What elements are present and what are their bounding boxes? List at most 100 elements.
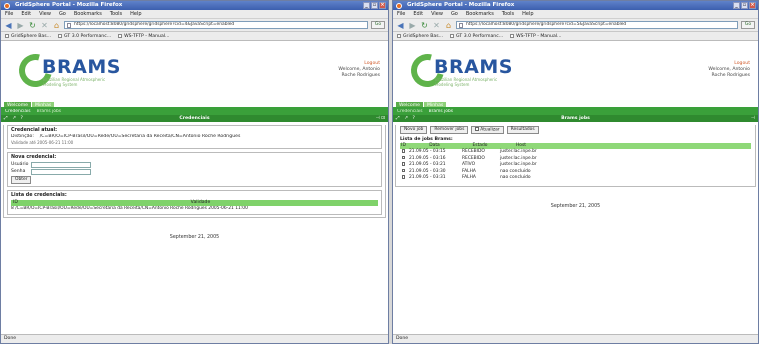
portlet-minimize-icon[interactable]: ⊣ ⊡ <box>376 115 385 122</box>
menu-help[interactable]: Help <box>522 10 533 18</box>
window-title: GridSphere Portal - Mozilla Firefox <box>407 2 515 8</box>
row-checkbox[interactable] <box>401 149 406 153</box>
bookmark-icon <box>450 33 455 38</box>
table-row[interactable]: 8 /C=BR/O=ICP-Brasil/OU=Rede/OU=Secretar… <box>11 205 378 212</box>
bookmark-item[interactable]: WS-TFTP - Manual... <box>118 32 169 40</box>
jobs-toolbar: Novo job Remover jobs Atualizar Resultad… <box>400 125 751 134</box>
bookmark-item[interactable]: GT 3.0 Performanc... <box>58 32 111 40</box>
menu-go[interactable]: Go <box>59 10 66 18</box>
distinction-value: /C=BR/O=ICP-Brasil/OU=Rede/OU=Secretaria… <box>39 134 241 139</box>
credential-expiry: Validade até 2005-06-21 11:00 <box>11 140 74 145</box>
user-box: Logout Welcome, Antonio Roche Rodrigues <box>338 61 380 79</box>
minimize-button[interactable]: _ <box>363 2 370 9</box>
reload-icon[interactable]: ↻ <box>28 21 37 30</box>
bookmarks-toolbar: GridSphere Bas... GT 3.0 Performanc... W… <box>393 32 758 41</box>
auto-refresh-checkbox[interactable] <box>475 127 479 131</box>
minimize-button[interactable]: _ <box>733 2 740 9</box>
row-checkbox[interactable] <box>401 175 406 179</box>
status-bar: Done <box>1 334 388 343</box>
portal-header: BRAMS Brazilian Regional Atmospheric Mod… <box>1 42 388 102</box>
menu-edit[interactable]: Edit <box>413 10 423 18</box>
bookmark-label: GridSphere Bas... <box>11 34 52 39</box>
bookmark-icon <box>510 33 515 38</box>
job-host: nao concluido <box>500 175 531 181</box>
menu-file[interactable]: File <box>397 10 405 18</box>
tab-welcome[interactable]: Welcome <box>396 102 424 108</box>
refresh-button[interactable]: Atualizar <box>471 126 504 134</box>
new-credential-box: Nova credencial: Usuário Senha Obter <box>7 152 382 187</box>
menu-tools[interactable]: Tools <box>502 10 514 18</box>
bookmark-icon <box>397 33 401 38</box>
url-input[interactable]: https://localhost:8080/gridsphere/gridsp… <box>456 21 738 29</box>
firefox-icon <box>4 2 10 9</box>
tab-minhas[interactable]: Minhas <box>424 102 447 108</box>
menu-bookmarks[interactable]: Bookmarks <box>466 10 494 18</box>
bookmark-icon <box>5 33 9 38</box>
username-label: Usuário <box>11 161 29 167</box>
logo-text: BRAMS <box>434 56 513 78</box>
logo-subtitle-line: Modeling System <box>435 81 470 87</box>
navigation-toolbar: ◀ ▶ ↻ ✕ ⌂ https://localhost:8080/gridsph… <box>393 19 758 32</box>
username-field[interactable] <box>31 161 91 168</box>
results-button[interactable]: Resultados <box>506 126 539 134</box>
brams-jobs-portlet: Novo job Remover jobs Atualizar Resultad… <box>395 125 756 187</box>
obtain-button[interactable]: Obter <box>11 176 32 184</box>
table-row[interactable]: 21.09.05 - 03:31 FALHA nao concluido <box>400 175 751 182</box>
home-icon[interactable]: ⌂ <box>52 21 61 30</box>
row-checkbox[interactable] <box>401 168 406 173</box>
menu-view[interactable]: View <box>39 10 51 18</box>
stop-icon[interactable]: ✕ <box>40 21 49 30</box>
reload-icon[interactable]: ↻ <box>420 21 429 30</box>
status-bar: Done <box>393 334 758 343</box>
main-tabs: Welcome Minhas <box>393 102 758 109</box>
column-validity: Validade <box>190 199 211 205</box>
portlet-title-bar: ⤢ ↗ ? Brams jobs ⊣ <box>393 115 758 122</box>
portlet-controls[interactable]: ⤢ ↗ ? <box>4 115 24 122</box>
bookmark-item[interactable]: GridSphere Bas... <box>397 32 443 40</box>
portlet-minimize-icon[interactable]: ⊣ <box>751 115 755 122</box>
menu-bookmarks[interactable]: Bookmarks <box>74 10 102 18</box>
home-icon[interactable]: ⌂ <box>444 21 453 30</box>
close-button[interactable]: × <box>749 2 756 9</box>
job-date: 21.09.05 - 03:31 <box>409 175 446 181</box>
stop-icon[interactable]: ✕ <box>432 21 441 30</box>
forward-arrow-icon[interactable]: ▶ <box>408 21 417 30</box>
job-state: FALHA <box>462 175 476 181</box>
tab-minhas[interactable]: Minhas <box>32 102 55 108</box>
menu-view[interactable]: View <box>431 10 443 18</box>
back-arrow-icon[interactable]: ◀ <box>4 21 13 30</box>
bookmark-item[interactable]: WS-TFTP - Manual... <box>510 32 561 40</box>
password-field[interactable] <box>31 168 91 175</box>
go-button[interactable]: Go <box>371 21 385 29</box>
close-button[interactable]: × <box>379 2 386 9</box>
menu-file[interactable]: File <box>5 10 13 18</box>
row-checkbox[interactable] <box>401 155 406 160</box>
back-arrow-icon[interactable]: ◀ <box>396 21 405 30</box>
navigation-toolbar: ◀ ▶ ↻ ✕ ⌂ https://localhost:8080/gridsph… <box>1 19 388 32</box>
remove-jobs-button[interactable]: Remover jobs <box>430 126 469 134</box>
credentials-portlet: Credencial atual: Distinção: /C=BR/O=ICP… <box>3 125 386 218</box>
new-job-button[interactable]: Novo job <box>400 126 428 134</box>
bookmark-item[interactable]: GridSphere Bas... <box>5 32 51 40</box>
page-content: BRAMS Brazilian Regional Atmospheric Mod… <box>393 42 758 334</box>
bookmark-item[interactable]: GT 3.0 Performanc... <box>450 32 503 40</box>
footer-date: September 21, 2005 <box>550 203 601 209</box>
title-bar: GridSphere Portal - Mozilla Firefox _ ▫ … <box>1 1 388 10</box>
user-name: Roche Rodrigues <box>711 73 750 78</box>
maximize-button[interactable]: ▫ <box>371 2 378 9</box>
bookmark-label: WS-TFTP - Manual... <box>124 34 170 39</box>
portlet-controls[interactable]: ⤢ ↗ ? <box>396 115 416 122</box>
credential-list-heading: Lista de credenciais: <box>11 192 67 198</box>
row-checkbox[interactable] <box>401 162 406 166</box>
maximize-button[interactable]: ▫ <box>741 2 748 9</box>
forward-arrow-icon[interactable]: ▶ <box>16 21 25 30</box>
menu-tools[interactable]: Tools <box>110 10 122 18</box>
menu-help[interactable]: Help <box>130 10 141 18</box>
menu-edit[interactable]: Edit <box>21 10 31 18</box>
tab-welcome[interactable]: Welcome <box>4 102 32 108</box>
go-button[interactable]: Go <box>741 21 755 29</box>
url-input[interactable]: https://localhost:8080/gridsphere/gridsp… <box>64 21 368 29</box>
new-credential-heading: Nova credencial: <box>11 155 57 160</box>
menu-go[interactable]: Go <box>451 10 458 18</box>
window-title: GridSphere Portal - Mozilla Firefox <box>15 2 123 8</box>
